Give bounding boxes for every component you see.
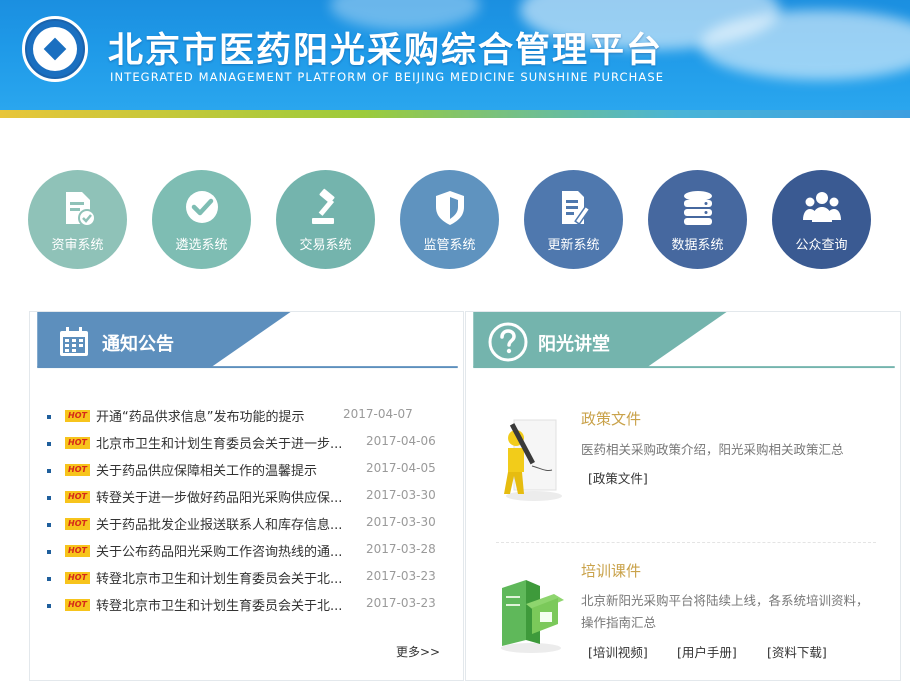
check-circle-icon	[186, 191, 218, 223]
edit-document-icon	[562, 191, 591, 226]
notice-link[interactable]: 关于公布药品阳光采购工作咨询热线的通...	[96, 541, 342, 560]
notice-date: 2017-03-23	[366, 596, 436, 610]
user-manual-link[interactable]: [用户手册]	[677, 642, 737, 661]
site-logo[interactable]	[22, 16, 88, 82]
notice-date: 2017-03-28	[366, 542, 436, 556]
document-check-icon	[66, 192, 96, 227]
hot-badge: HOT	[65, 599, 90, 611]
notice-date: 2017-03-30	[366, 515, 436, 529]
lecture-panel-title: 阳光讲堂	[538, 334, 610, 355]
notice-date: 2017-03-23	[366, 569, 436, 583]
notice-date: 2017-04-06	[366, 434, 436, 448]
nav-label: 公众查询	[795, 238, 848, 253]
lecture-panel-header	[473, 312, 895, 369]
notice-date: 2017-04-07	[343, 407, 413, 421]
notice-panel-header	[37, 312, 458, 369]
site-title: 北京市医药阳光采购综合管理平台	[108, 31, 664, 71]
notice-item: HOT 北京市卫生和计划生育委员会关于进一步... 2017-04-06	[44, 433, 454, 462]
calendar-icon	[60, 327, 88, 356]
hot-badge: HOT	[65, 545, 90, 557]
shield-icon	[436, 191, 464, 225]
material-download-link[interactable]: [资料下载]	[767, 642, 827, 661]
site-subtitle: INTEGRATED MANAGEMENT PLATFORM OF BEIJIN…	[110, 70, 665, 84]
nav-label: 交易系统	[299, 238, 352, 253]
nav-data-system[interactable]: 数据系统	[648, 170, 747, 269]
notice-panel: 通知公告 HOT 开通“药品供求信息”发布功能的提示 2017-04-07 HO…	[29, 311, 464, 681]
policy-figure-icon	[504, 419, 562, 501]
section-divider	[496, 542, 876, 543]
notice-link[interactable]: 开通“药品供求信息”发布功能的提示	[96, 406, 304, 425]
hot-badge: HOT	[65, 410, 90, 422]
users-icon	[803, 192, 841, 222]
header-cloud	[700, 10, 910, 80]
nav-qualification-system[interactable]: 资审系统	[28, 170, 127, 269]
nav-label: 资审系统	[51, 238, 104, 253]
notice-date: 2017-04-05	[366, 461, 436, 475]
hot-badge: HOT	[65, 491, 90, 503]
hot-badge: HOT	[65, 437, 90, 449]
page-header: 北京市医药阳光采购综合管理平台 INTEGRATED MANAGEMENT PL…	[0, 0, 910, 110]
notice-date: 2017-03-30	[366, 488, 436, 502]
bullet	[47, 496, 51, 500]
nav-selection-system[interactable]: 遴选系统	[152, 170, 251, 269]
more-link[interactable]: 更多>>	[396, 643, 440, 660]
notice-link[interactable]: 转登北京市卫生和计划生育委员会关于北...	[96, 568, 342, 587]
notice-item: HOT 转登北京市卫生和计划生育委员会关于北... 2017-03-23	[44, 568, 454, 597]
gavel-icon	[312, 188, 335, 224]
training-desc: 北京新阳光采购平台将陆续上线，各系统培训资料，操作指南汇总	[581, 593, 869, 630]
hot-badge: HOT	[65, 518, 90, 530]
policy-docs-link[interactable]: [政策文件]	[588, 468, 648, 487]
hot-badge: HOT	[65, 464, 90, 476]
nav-label: 遴选系统	[175, 238, 228, 253]
nav-trading-system[interactable]: 交易系统	[276, 170, 375, 269]
notice-link[interactable]: 关于药品供应保障相关工作的温馨提示	[96, 460, 317, 479]
nav-label: 监管系统	[423, 238, 476, 253]
notice-item: HOT 关于公布药品阳光采购工作咨询热线的通... 2017-03-28	[44, 541, 454, 570]
policy-desc: 医药相关采购政策介绍，阳光采购相关政策汇总	[581, 442, 844, 457]
notice-item: HOT 转登北京市卫生和计划生育委员会关于北... 2017-03-23	[44, 595, 454, 624]
notice-item: HOT 开通“药品供求信息”发布功能的提示 2017-04-07	[44, 406, 454, 435]
notice-link[interactable]: 北京市卫生和计划生育委员会关于进一步...	[96, 433, 342, 452]
nav-supervision-system[interactable]: 监管系统	[400, 170, 499, 269]
training-video-link[interactable]: [培训视频]	[588, 642, 648, 661]
bullet	[47, 523, 51, 527]
header-color-stripe	[0, 110, 910, 118]
notice-link[interactable]: 关于药品批发企业报送联系人和库存信息...	[96, 514, 342, 533]
policy-title[interactable]: 政策文件	[581, 408, 641, 429]
training-title[interactable]: 培训课件	[581, 560, 641, 581]
lecture-panel: 阳光讲堂 政策文件 医药相关采购政策介绍，阳光采购相关政策汇总 [政策文件] 培…	[465, 311, 901, 681]
nav-public-query[interactable]: 公众查询	[772, 170, 871, 269]
nav-update-system[interactable]: 更新系统	[524, 170, 623, 269]
bullet	[47, 415, 51, 419]
bullet	[47, 577, 51, 581]
hot-badge: HOT	[65, 572, 90, 584]
training-figure-icon	[501, 580, 564, 653]
database-icon	[684, 191, 712, 225]
notice-item: HOT 关于药品批发企业报送联系人和库存信息... 2017-03-30	[44, 514, 454, 543]
nav-label: 数据系统	[671, 238, 724, 253]
notice-item: HOT 转登关于进一步做好药品阳光采购供应保... 2017-03-30	[44, 487, 454, 516]
bullet	[47, 550, 51, 554]
bullet	[47, 442, 51, 446]
notice-item: HOT 关于药品供应保障相关工作的温馨提示 2017-04-05	[44, 460, 454, 489]
nav-label: 更新系统	[547, 238, 600, 253]
notice-panel-title: 通知公告	[102, 334, 174, 355]
notice-link[interactable]: 转登关于进一步做好药品阳光采购供应保...	[96, 487, 342, 506]
notice-link[interactable]: 转登北京市卫生和计划生育委员会关于北...	[96, 595, 342, 614]
question-circle-icon	[488, 322, 528, 362]
notice-list: HOT 开通“药品供求信息”发布功能的提示 2017-04-07 HOT 北京市…	[44, 406, 454, 624]
bullet	[47, 469, 51, 473]
bullet	[47, 604, 51, 608]
